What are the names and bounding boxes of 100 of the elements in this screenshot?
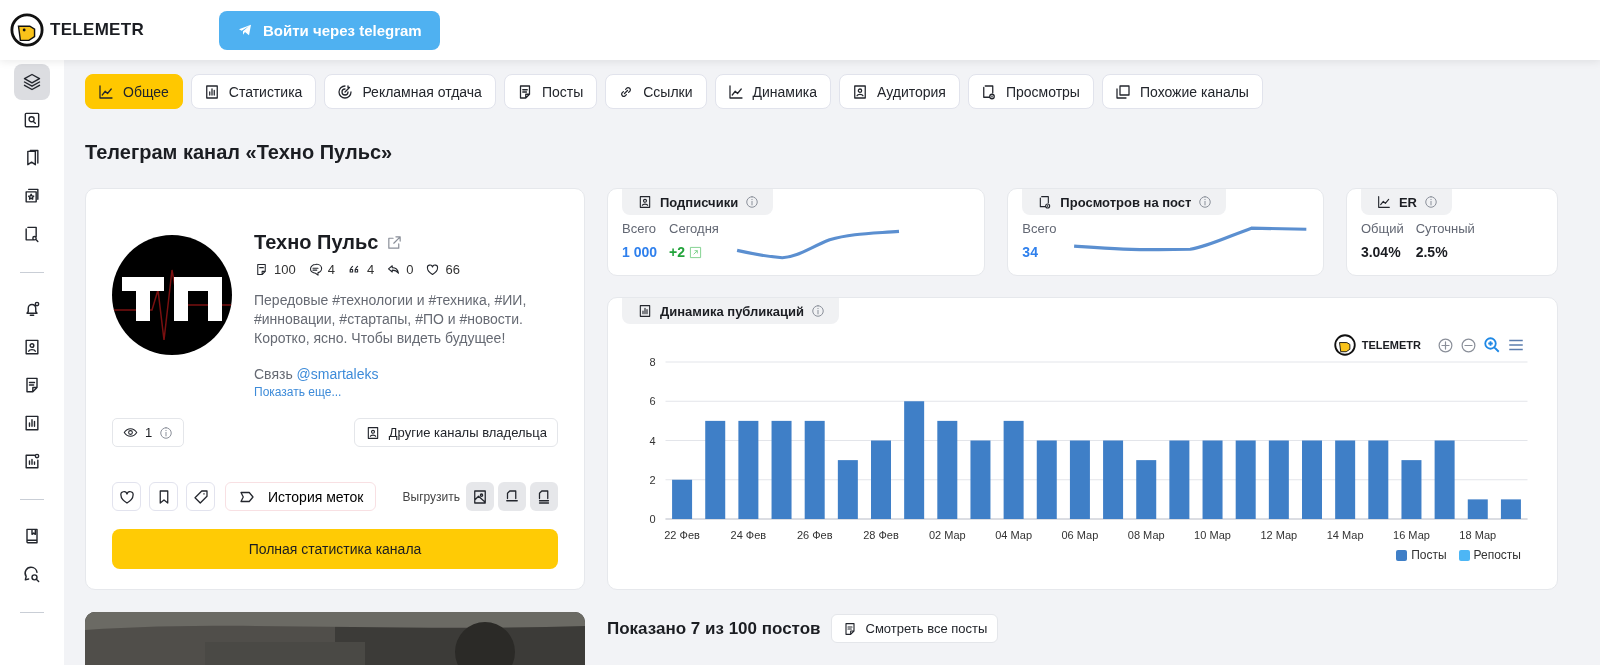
all-posts-button[interactable]: Смотреть все посты	[830, 614, 999, 643]
axis-label: 22 Фев	[664, 529, 700, 541]
external-link-icon[interactable]	[386, 234, 404, 251]
counter-value: 4	[327, 262, 335, 277]
posts-heading: Показано 7 из 100 постов	[607, 618, 821, 639]
card-title: Динамика публикаций	[660, 303, 805, 319]
axis-label: 02 Мар	[928, 529, 966, 541]
logo-icon	[1333, 334, 1356, 356]
info-icon[interactable]	[811, 304, 826, 318]
target-icon	[336, 82, 355, 101]
sidebar-item[interactable]	[14, 64, 50, 100]
star-icon	[22, 186, 42, 206]
tag-icon	[191, 487, 210, 506]
counter-value: 100	[274, 262, 296, 277]
chart-icon	[22, 413, 42, 433]
user-icon	[637, 194, 653, 210]
show-more-link[interactable]: Показать еще...	[254, 385, 342, 399]
tab[interactable]: Ссылки	[605, 74, 707, 109]
axis-label: 16 Мар	[1393, 529, 1430, 541]
info-icon[interactable]	[1198, 195, 1213, 209]
axis-label: 8	[649, 358, 656, 368]
views-value: 1	[145, 425, 153, 440]
axis-label: 2	[649, 473, 656, 486]
tab[interactable]: Аудитория	[839, 74, 960, 109]
paper-plane-icon	[237, 22, 253, 38]
metric-label: Общий	[1360, 221, 1404, 236]
axis-label: 04 Мар	[995, 529, 1033, 541]
contact-link[interactable]: @smartaleks	[296, 366, 379, 382]
zoom-in-icon[interactable]	[1437, 336, 1454, 354]
info-icon[interactable]	[1423, 195, 1438, 209]
card-title: Подписчики	[660, 194, 739, 210]
tab[interactable]: Просмотры	[967, 74, 1094, 109]
bookmark-button[interactable]	[149, 482, 178, 511]
legend-label[interactable]: Посты	[1411, 548, 1447, 562]
copy-icon	[1113, 82, 1132, 101]
posts-icon	[254, 262, 269, 277]
logo-text: TELEMETR	[50, 20, 144, 40]
full-stats-button[interactable]: Полная статистика канала	[112, 529, 558, 569]
counter-value: 4	[366, 262, 375, 277]
axis-label: 4	[649, 434, 656, 447]
axis-label: 6	[649, 395, 656, 408]
trend-icon	[1375, 194, 1392, 210]
metric-value: +2	[669, 244, 685, 260]
tab[interactable]: Посты	[503, 74, 598, 109]
axis-label: 10 Мар	[1194, 529, 1231, 541]
page-title: Телеграм канал «Техно Пульс»	[85, 141, 394, 164]
owner-channels-button[interactable]: Другие каналы владельца	[353, 418, 558, 447]
chat-icon	[22, 564, 42, 584]
info-icon[interactable]	[159, 425, 174, 440]
user-icon	[851, 82, 869, 101]
bar	[1467, 499, 1488, 519]
axis-label: 12 Мар	[1260, 529, 1298, 541]
tab[interactable]: Рекламная отдача	[324, 74, 496, 109]
bar	[1401, 460, 1422, 519]
axis-label: 18 Мар	[1459, 529, 1497, 541]
bar	[1136, 460, 1157, 519]
bar	[1500, 499, 1521, 519]
export-image-button[interactable]	[466, 482, 494, 511]
export-pdf-button[interactable]	[498, 482, 526, 511]
channel-description: Передовые #технологии и #техника, #ИИ, #инновации, #стартапы, #ПО и #новости. Коротко, ясно. Чтобы видеть будущее!	[254, 291, 528, 348]
axis-label: 08 Мар	[1127, 529, 1165, 541]
export-label: Выгрузить	[402, 489, 460, 504]
metric-value: 1 000	[622, 244, 658, 260]
tab[interactable]: Общее	[85, 74, 183, 109]
comments-icon	[307, 262, 323, 277]
tag-history-button[interactable]: История меток	[225, 482, 377, 511]
image-icon	[471, 487, 489, 506]
search-icon	[22, 110, 42, 130]
axis-label: 24 Фев	[730, 529, 767, 541]
channel-name: Техно Пульс	[254, 231, 379, 254]
legend-label[interactable]: Репосты	[1473, 548, 1521, 562]
contact-label: Связь	[254, 366, 293, 382]
card-title: ER	[1398, 194, 1417, 210]
axis-label: 26 Фев	[796, 529, 833, 541]
search-icon[interactable]	[1483, 336, 1501, 354]
metric-value: 2.5%	[1415, 244, 1448, 260]
counter-value: 66	[445, 262, 460, 277]
logo-icon	[10, 13, 44, 47]
tab[interactable]: Статистика	[190, 74, 317, 109]
metric-label: Всего	[622, 221, 658, 236]
counter-value: 0	[406, 262, 414, 277]
tab[interactable]: Динамика	[714, 74, 831, 109]
tab[interactable]: Похожие каналы	[1101, 74, 1263, 109]
metric-label: Суточный	[1415, 221, 1475, 236]
metric-label: Всего	[1022, 221, 1057, 236]
axis-label: 0	[649, 513, 656, 525]
metric-value: 3.04%	[1360, 244, 1401, 260]
zoom-out-icon[interactable]	[1460, 336, 1477, 354]
axis-label: 28 Фев	[863, 529, 899, 541]
metric-label: Сегодня	[669, 221, 719, 236]
axis-label: 14 Мар	[1326, 529, 1364, 541]
tag-button[interactable]	[186, 482, 215, 511]
eye-icon	[123, 425, 138, 440]
favorite-button[interactable]	[112, 482, 141, 511]
bar	[672, 479, 693, 519]
reposts-icon	[386, 262, 402, 277]
export-xls-button[interactable]	[530, 482, 558, 511]
layers-icon	[22, 72, 42, 92]
info-icon[interactable]	[745, 195, 760, 209]
find-icon	[22, 224, 42, 244]
